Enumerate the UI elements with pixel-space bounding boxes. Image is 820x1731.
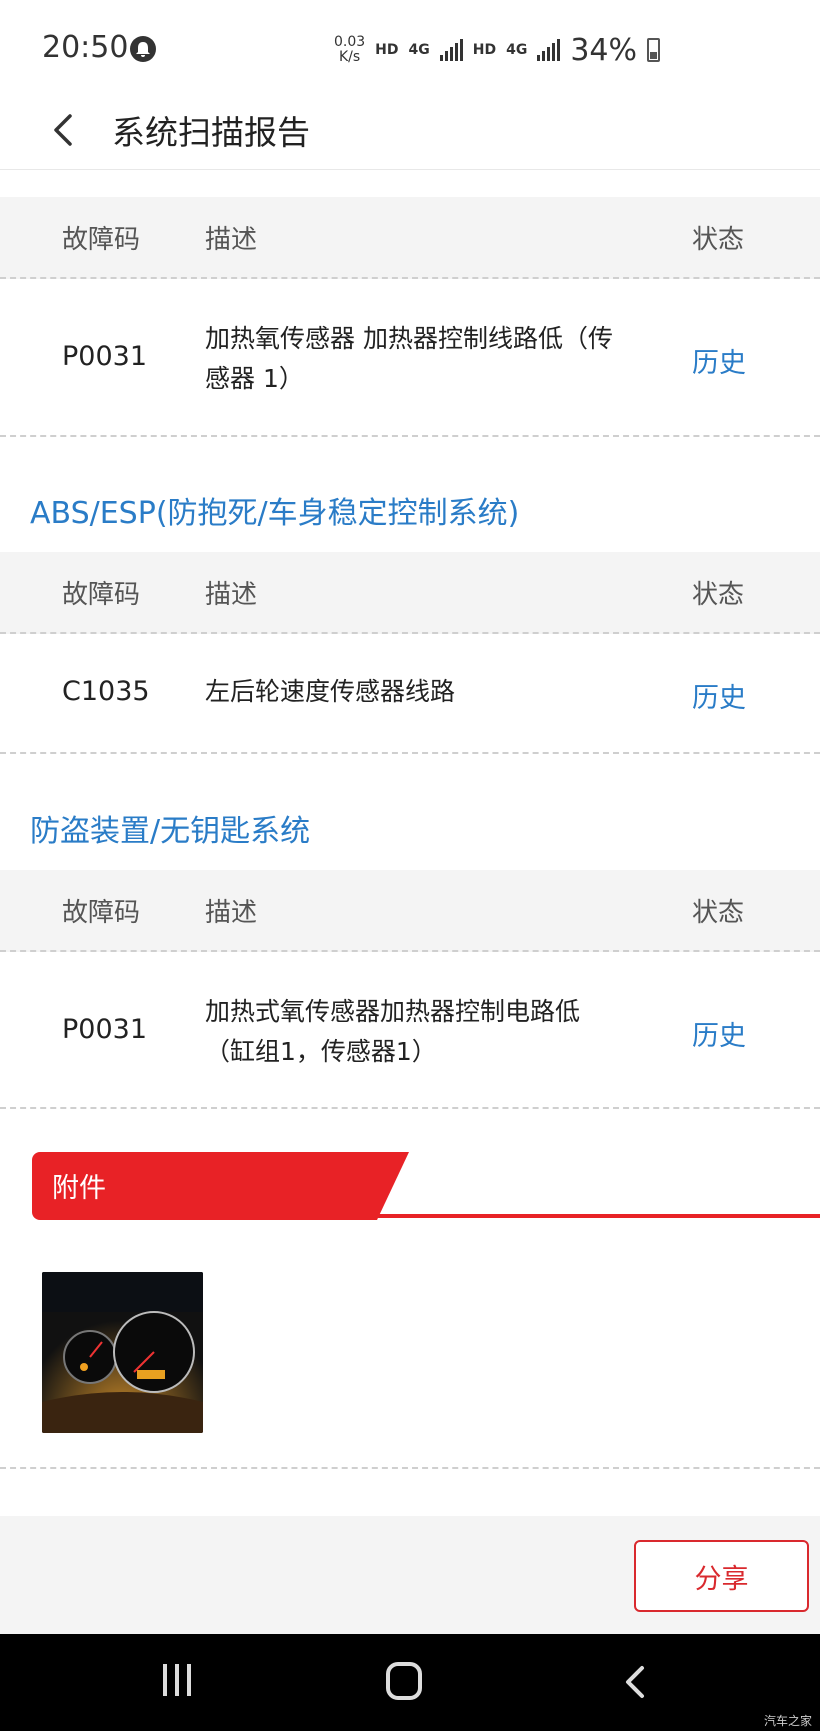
fault-code: C1035: [62, 676, 150, 707]
hd-badge-2: HD: [472, 42, 497, 58]
table-header: 故障码 描述 状态: [0, 552, 820, 634]
recent-apps-icon[interactable]: [160, 1664, 194, 1698]
fault-status[interactable]: 历史: [692, 341, 746, 380]
fault-status[interactable]: 历史: [692, 1014, 746, 1053]
section-title-immobilizer: 防盗装置/无钥匙系统: [30, 814, 311, 849]
battery-percent: 34%: [570, 32, 638, 68]
network-type-2: 4G: [506, 42, 528, 58]
home-icon[interactable]: [386, 1662, 422, 1700]
hd-badge: HD: [375, 42, 399, 58]
system-back-icon[interactable]: [620, 1664, 650, 1700]
divider: [0, 1467, 820, 1469]
status-time: 20:50: [42, 30, 129, 65]
page-title: 系统扫描报告: [112, 113, 310, 152]
header-code: 故障码: [62, 580, 141, 610]
header-desc: 描述: [205, 225, 258, 255]
system-nav-bar: 汽车之家: [0, 1634, 820, 1731]
fault-description: 加热氧传感器 加热器控制线路低（传感器 1）: [205, 324, 613, 393]
table-row: P0031 加热式氧传感器加热器控制电路低（缸组1，传感器1） 历史: [0, 952, 820, 1109]
fault-code: P0031: [62, 341, 147, 372]
network-type: 4G: [408, 42, 430, 58]
fault-description: 左后轮速度传感器线路: [205, 677, 456, 706]
table-header: 故障码 描述 状态: [0, 197, 820, 279]
header-desc: 描述: [205, 580, 258, 610]
header-status: 状态: [692, 580, 745, 610]
battery-icon: [647, 38, 661, 62]
attachments-tab: 附件: [32, 1152, 409, 1220]
section-title-abs-esp: ABS/ESP(防抱死/车身稳定控制系统): [30, 496, 520, 531]
network-speed: 0.03 K/s: [334, 35, 365, 65]
status-indicators: 0.03 K/s HD 4G HD 4G 34%: [334, 32, 661, 68]
share-button[interactable]: 分享: [634, 1540, 809, 1612]
attachments-label: 附件: [52, 1173, 106, 1204]
table-header: 故障码 描述 状态: [0, 870, 820, 952]
back-arrow-icon[interactable]: [44, 110, 84, 150]
header-code: 故障码: [62, 898, 141, 928]
watermark: 汽车之家: [763, 1714, 812, 1728]
header-code: 故障码: [62, 225, 141, 255]
table-row: P0031 加热氧传感器 加热器控制线路低（传感器 1） 历史: [0, 279, 820, 437]
nav-header: 系统扫描报告: [0, 92, 820, 170]
signal-icon: [439, 39, 463, 61]
fault-code: P0031: [62, 1014, 147, 1045]
attachments-header: 附件: [32, 1152, 820, 1222]
header-desc: 描述: [205, 898, 258, 928]
header-status: 状态: [692, 898, 745, 928]
fault-status[interactable]: 历史: [692, 676, 746, 715]
network-speed-unit: K/s: [338, 49, 361, 65]
footer-bar: 分享: [0, 1516, 820, 1634]
attachments-underline: [377, 1214, 820, 1218]
header-status: 状态: [692, 225, 745, 255]
notification-bell-icon: [130, 36, 156, 62]
attachment-thumbnail[interactable]: [42, 1272, 203, 1433]
network-speed-value: 0.03: [334, 34, 366, 50]
table-row: C1035 左后轮速度传感器线路 历史: [0, 634, 820, 754]
status-bar: 20:50 0.03 K/s HD 4G HD 4G 34%: [0, 0, 820, 92]
fault-description: 加热式氧传感器加热器控制电路低（缸组1，传感器1）: [205, 997, 581, 1066]
signal-icon-2: [537, 39, 561, 61]
